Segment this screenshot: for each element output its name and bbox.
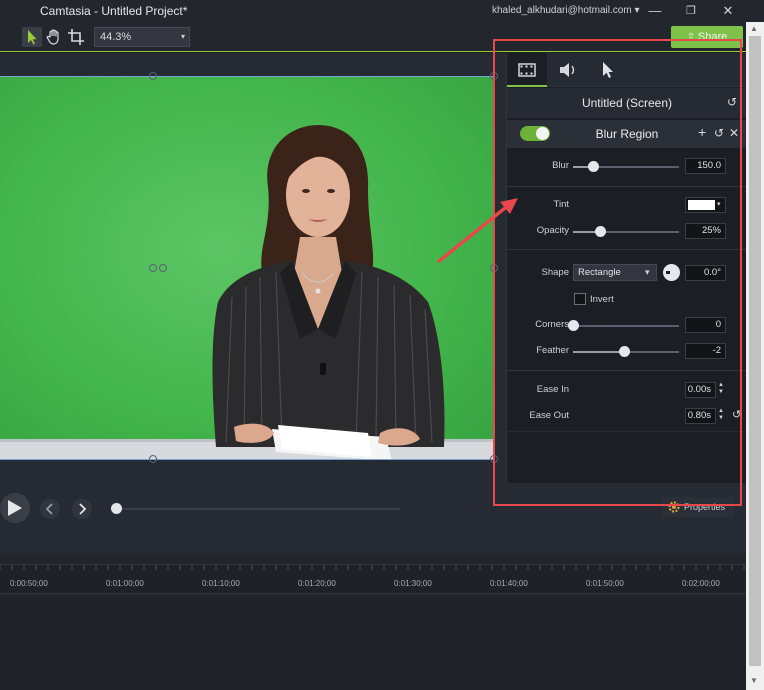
- tick-label: 0:02:00;00: [682, 579, 720, 588]
- scrollbar-thumb[interactable]: [749, 36, 761, 666]
- account-email: khaled_alkhudari@hotmail.com: [492, 5, 632, 16]
- rotate-handle-center[interactable]: [159, 264, 167, 272]
- select-tool-button[interactable]: [22, 27, 42, 47]
- camtasia-window: Camtasia - Untitled Project* khaled_alkh…: [0, 0, 764, 690]
- tick-label: 0:01:40;00: [490, 579, 528, 588]
- zoom-select[interactable]: 44.3% ▾: [94, 27, 190, 47]
- play-button[interactable]: [0, 493, 30, 523]
- app-title: Camtasia - Untitled Project*: [40, 4, 188, 18]
- select-arrow-icon: [28, 30, 37, 45]
- chevron-down-icon: ▾: [634, 5, 640, 16]
- timeline-tracks[interactable]: [0, 598, 746, 690]
- annotation-arrow-icon: [436, 198, 518, 264]
- title-bar: Camtasia - Untitled Project* khaled_alkh…: [0, 0, 764, 22]
- move-handle-center[interactable]: [149, 264, 157, 272]
- hand-icon: [46, 29, 59, 45]
- tick-label: 0:01:30;00: [394, 579, 432, 588]
- next-button[interactable]: [72, 499, 92, 519]
- crop-tool-button[interactable]: [66, 27, 86, 47]
- timeline: 0:00:50;00 0:01:00;00 0:01:10;00 0:01:20…: [0, 553, 746, 690]
- timeline-ruler[interactable]: 0:00:50;00 0:01:00;00 0:01:10;00 0:01:20…: [0, 564, 746, 594]
- play-icon: [8, 500, 22, 516]
- tick-label: 0:01:20;00: [298, 579, 336, 588]
- tick-label: 0:01:10;00: [202, 579, 240, 588]
- video-frame[interactable]: [0, 76, 493, 460]
- crop-icon: [68, 29, 84, 45]
- account-menu[interactable]: khaled_alkhudari@hotmail.com ▾: [492, 5, 639, 16]
- scroll-down-arrow[interactable]: ▼: [750, 676, 758, 685]
- previous-button[interactable]: [40, 499, 60, 519]
- scrub-handle[interactable]: [111, 503, 122, 514]
- minimize-button[interactable]: —: [643, 2, 667, 20]
- ruler-ticks: [0, 565, 745, 570]
- resize-handle-bottom[interactable]: [149, 455, 157, 463]
- restore-button[interactable]: ❐: [679, 2, 703, 20]
- pan-tool-button[interactable]: [44, 27, 64, 47]
- tick-label: 0:01:50;00: [586, 579, 624, 588]
- scroll-up-arrow[interactable]: ▲: [750, 24, 758, 33]
- chevron-left-icon: [45, 503, 53, 515]
- presenter-image: [0, 125, 493, 459]
- scrub-bar[interactable]: [116, 508, 400, 510]
- chevron-right-icon: [79, 503, 87, 515]
- annotation-highlight-box: [493, 39, 742, 506]
- chevron-down-icon: ▾: [180, 32, 185, 41]
- close-window-button[interactable]: ✕: [716, 2, 740, 20]
- zoom-value: 44.3%: [100, 31, 132, 43]
- tick-label: 0:01:00;00: [106, 579, 144, 588]
- resize-handle-top[interactable]: [149, 72, 157, 80]
- vertical-scrollbar[interactable]: ▲ ▼: [746, 22, 764, 690]
- tick-label: 0:00:50;00: [10, 579, 48, 588]
